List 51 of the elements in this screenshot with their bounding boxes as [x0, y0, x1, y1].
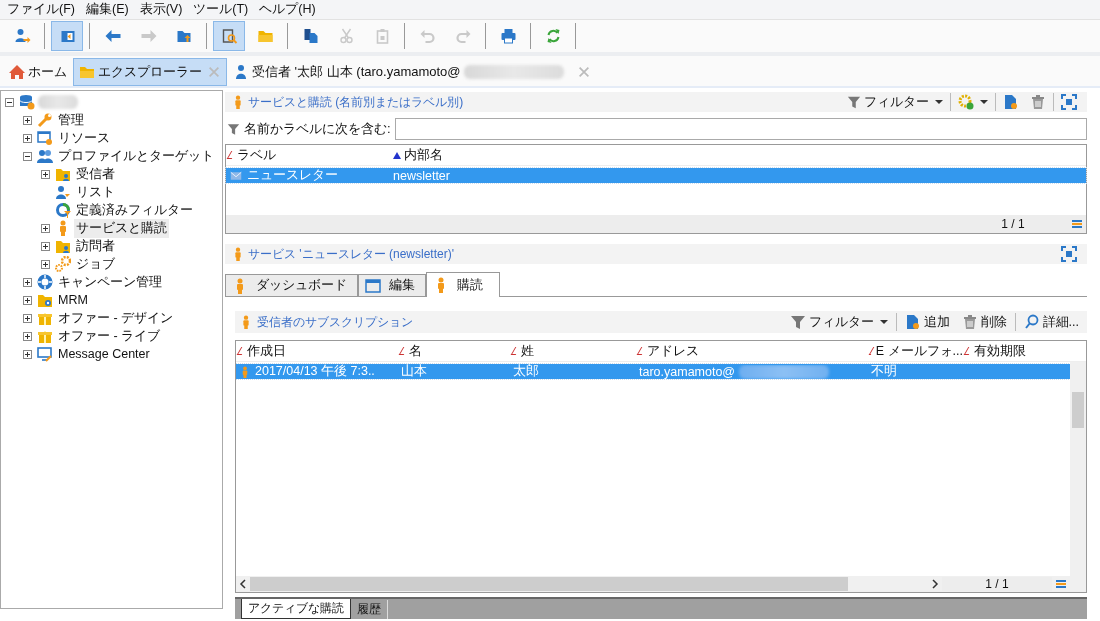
tree-item[interactable]: MRM — [56, 292, 90, 308]
column-header[interactable]: アドレス — [636, 342, 868, 360]
trash-button[interactable]: 削除 — [957, 313, 1011, 331]
panel-title: サービス 'ニュースレター (newsletter)' — [248, 245, 454, 263]
tree-item[interactable]: ジョブ — [74, 254, 117, 274]
table-cell: taro.yamamoto@ — [636, 364, 868, 379]
tree-item[interactable]: サービスと購読 — [74, 218, 169, 238]
funnel-button[interactable]: フィルター — [785, 313, 892, 331]
menu-item[interactable]: 表示(V) — [136, 1, 191, 18]
tree-item[interactable]: 受信者 — [74, 164, 117, 184]
tree-item[interactable]: リソース — [56, 128, 112, 148]
tab[interactable]: アクティブな購読 — [241, 599, 351, 619]
table-cell: ニュースレター — [226, 167, 390, 184]
tree-item[interactable]: オファー - ライブ — [56, 326, 163, 346]
search-button[interactable]: 詳細... — [1019, 313, 1083, 331]
tree-item[interactable]: Message Center — [56, 346, 152, 362]
tab[interactable]: ダッシュボード — [225, 274, 358, 296]
add-document-button[interactable]: 追加 — [900, 313, 954, 331]
tab[interactable]: 編集 — [358, 274, 426, 296]
tab[interactable]: 履歴 — [351, 600, 388, 619]
tab[interactable]: 購読 — [426, 272, 500, 297]
tree-item[interactable]: プロファイルとターゲット — [56, 146, 216, 166]
menu-item[interactable]: 編集(E) — [82, 1, 137, 18]
table-cell-text: 太郎 — [512, 363, 540, 380]
table-cell-text: 山本 — [400, 363, 428, 380]
tree-item[interactable]: リスト — [74, 182, 117, 202]
tree-item[interactable]: 管理 — [56, 110, 86, 130]
tab[interactable]: ホーム — [3, 58, 73, 86]
column-header[interactable]: 名 — [398, 342, 510, 360]
tab[interactable]: エクスプローラー — [73, 58, 227, 86]
column-header[interactable]: E メールフォ... — [868, 342, 963, 360]
filter-button[interactable]: フィルター — [843, 93, 947, 111]
tree-item[interactable]: 定義済みフィルター — [74, 200, 195, 220]
menu-item[interactable]: ヘルプ(H) — [256, 1, 324, 18]
section-title: 受信者のサブスクリプション — [257, 313, 413, 331]
table-cell: 2017/04/13 午後 7:3.. — [236, 363, 398, 380]
menu-item[interactable]: ツール(T) — [190, 1, 257, 18]
tab[interactable]: 受信者 '太郎 山本 (taro.yamamoto@ — [227, 58, 597, 86]
column-header[interactable]: 内部名 — [390, 146, 443, 164]
column-header[interactable]: 有効期限 — [963, 342, 1063, 360]
column-header[interactable]: 姓 — [510, 342, 636, 360]
column-header[interactable]: 作成日 — [236, 342, 398, 360]
search-label: 名前かラベルに次を含む: — [244, 120, 391, 138]
tree-item[interactable]: オファー - デザイン — [56, 308, 176, 328]
table-cell-text: 不明 — [870, 363, 898, 380]
menu-item[interactable]: ファイル(F) — [4, 1, 83, 18]
column-header[interactable]: ラベル — [226, 146, 390, 164]
panel-title: サービスと購読 (名前別またはラベル別) — [248, 93, 464, 111]
table-cell-text: newsletter — [392, 168, 450, 183]
tree-item[interactable]: 訪問者 — [74, 236, 117, 256]
tree-item[interactable]: キャンペーン管理 — [56, 272, 164, 292]
